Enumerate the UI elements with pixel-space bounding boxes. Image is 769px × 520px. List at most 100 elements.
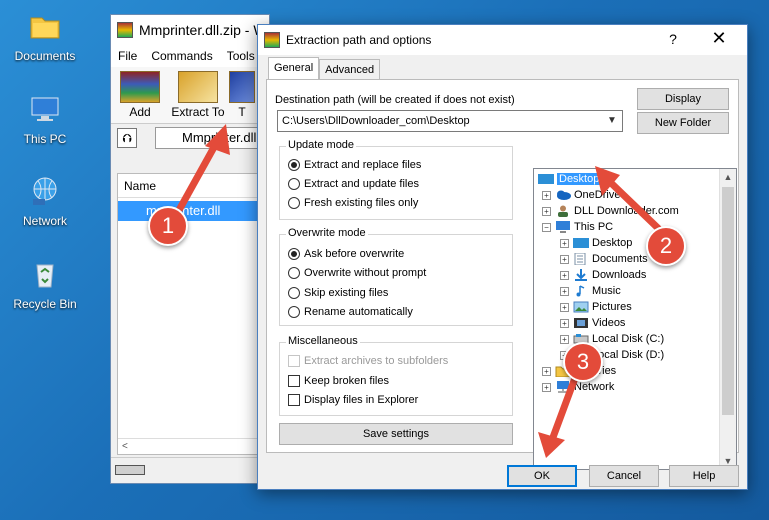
file-row[interactable]: mmprinter.dll (118, 201, 268, 221)
music-icon (576, 285, 585, 297)
tree-item-label: Documents (592, 253, 648, 265)
expand-icon[interactable]: + (560, 270, 569, 280)
tree-item-documents[interactable]: + Documents (560, 251, 648, 267)
checkbox-extract-to-subfolders[interactable]: Extract archives to subfolders (288, 355, 448, 367)
tree-item-label: Music (592, 285, 621, 297)
tree-item-videos[interactable]: + Videos (560, 315, 625, 331)
tree-item-downloads[interactable]: + Downloads (560, 267, 646, 283)
tree-item-label: Downloads (592, 269, 647, 281)
cancel-button[interactable]: Cancel (589, 465, 659, 487)
scroll-left-arrow[interactable]: < (122, 441, 128, 452)
checkbox-keep-broken-files[interactable]: Keep broken files (288, 375, 389, 387)
radio-fresh-existing[interactable]: Fresh existing files only (288, 197, 418, 209)
archive-path-field[interactable]: Mmprinter.dll (155, 126, 269, 149)
tree-item-user[interactable]: + DLL Downloader.com (542, 203, 679, 219)
tree-item-onedrive[interactable]: + OneDrive (542, 187, 620, 203)
videos-icon (574, 318, 588, 328)
annotation-badge-3: 3 (563, 342, 603, 382)
display-button[interactable]: Display (637, 88, 729, 110)
radio-button[interactable] (288, 248, 300, 260)
tree-item-label: Pictures (592, 301, 632, 313)
ok-button[interactable]: OK (507, 465, 577, 487)
desktop-icon-network[interactable]: Network (5, 175, 85, 228)
destination-path-value: C:\Users\DllDownloader_com\Desktop (282, 115, 470, 127)
expand-icon[interactable]: + (542, 366, 551, 376)
radio-button[interactable] (288, 267, 300, 279)
checkbox[interactable] (288, 355, 300, 367)
winrar-toolbar: Add Extract To T (111, 67, 269, 123)
menu-commands[interactable]: Commands (144, 49, 219, 63)
menu-tools[interactable]: Tools (220, 49, 262, 63)
extract-to-button[interactable]: Extract To (169, 71, 227, 123)
update-mode-title: Update mode (286, 139, 357, 151)
radio-ask-before-overwrite[interactable]: Ask before overwrite (288, 248, 404, 260)
destination-path-input[interactable]: C:\Users\DllDownloader_com\Desktop ▼ (277, 110, 623, 132)
tree-item-desktop[interactable]: Desktop (538, 171, 602, 187)
horizontal-scrollbar[interactable]: < (118, 438, 268, 454)
expand-icon[interactable]: + (560, 318, 569, 328)
desktop-icon-this-pc[interactable]: This PC (5, 93, 85, 146)
radio-rename-automatically[interactable]: Rename automatically (288, 306, 413, 318)
tree-item-label: Desktop (592, 237, 633, 249)
winrar-title: Mmprinter.dll.zip - W (139, 22, 267, 38)
dialog-title: Extraction path and options (286, 33, 432, 47)
expand-icon[interactable]: + (542, 206, 551, 216)
chevron-down-icon[interactable]: ▼ (604, 111, 620, 131)
menu-file[interactable]: File (111, 49, 144, 63)
tree-item-pc-desktop[interactable]: + Desktop (560, 235, 632, 251)
test-button[interactable]: T (227, 71, 257, 123)
radio-button[interactable] (288, 178, 300, 190)
overwrite-mode-group: Overwrite mode Ask before overwrite Over… (279, 227, 513, 326)
tree-vertical-scrollbar[interactable]: ▲ ▼ (719, 169, 736, 469)
folder-tree[interactable]: Desktop + OneDrive + DLL Downloader.com … (533, 168, 737, 470)
folder-icon (30, 17, 60, 39)
radio-extract-and-update[interactable]: Extract and update files (288, 178, 419, 190)
scroll-up-icon[interactable]: ▲ (720, 169, 736, 185)
help-button[interactable]: Help (669, 465, 739, 487)
add-button[interactable]: Add (111, 71, 169, 123)
radio-skip-existing[interactable]: Skip existing files (288, 287, 388, 299)
tree-item-label: DLL Downloader.com (574, 205, 679, 217)
expand-icon[interactable]: + (560, 238, 569, 248)
radio-button[interactable] (288, 287, 300, 299)
new-folder-button[interactable]: New Folder (637, 112, 729, 134)
dialog-title-bar[interactable]: Extraction path and options ? ✕ (258, 25, 747, 55)
scroll-thumb[interactable] (722, 187, 734, 415)
expand-icon[interactable]: + (560, 254, 569, 264)
tree-item-label: OneDrive (574, 189, 621, 201)
option-label: Keep broken files (304, 375, 389, 387)
up-folder-button[interactable]: ⮉ (117, 127, 137, 148)
radio-button[interactable] (288, 159, 300, 171)
winrar-title-bar[interactable]: Mmprinter.dll.zip - W (111, 15, 269, 45)
radio-button[interactable] (288, 197, 300, 209)
winrar-app-icon (117, 22, 133, 38)
desktop-icon-recycle-bin[interactable]: Recycle Bin (5, 258, 85, 311)
checkbox[interactable] (288, 375, 300, 387)
expand-icon[interactable]: + (560, 334, 569, 344)
tree-item-music[interactable]: + Music (560, 283, 621, 299)
expand-icon[interactable]: + (560, 302, 569, 312)
radio-extract-and-replace[interactable]: Extract and replace files (288, 159, 421, 171)
winrar-address-bar: ⮉ Mmprinter.dll (111, 123, 269, 151)
file-list: Name mmprinter.dll < (117, 173, 269, 455)
close-icon[interactable]: ✕ (707, 28, 731, 49)
collapse-icon[interactable]: − (542, 222, 551, 232)
expand-icon[interactable]: + (542, 190, 551, 200)
computer-icon (31, 97, 59, 121)
checkbox-display-in-explorer[interactable]: Display files in Explorer (288, 394, 418, 406)
expand-icon[interactable]: + (542, 382, 551, 392)
expand-icon[interactable]: + (560, 286, 569, 296)
tree-item-this-pc[interactable]: − This PC (542, 219, 613, 235)
checkbox[interactable] (288, 394, 300, 406)
radio-button[interactable] (288, 306, 300, 318)
tree-item-pictures[interactable]: + Pictures (560, 299, 632, 315)
tab-general[interactable]: General (268, 57, 320, 79)
annotation-badge-1: 1 (148, 206, 188, 246)
desktop-icon-documents[interactable]: Documents (5, 10, 85, 63)
tab-advanced[interactable]: Advanced (319, 59, 381, 79)
add-button-label: Add (129, 105, 151, 119)
column-header-name[interactable]: Name (118, 174, 268, 198)
help-icon[interactable]: ? (663, 31, 683, 47)
radio-overwrite-without-prompt[interactable]: Overwrite without prompt (288, 267, 426, 279)
save-settings-button[interactable]: Save settings (279, 423, 513, 445)
